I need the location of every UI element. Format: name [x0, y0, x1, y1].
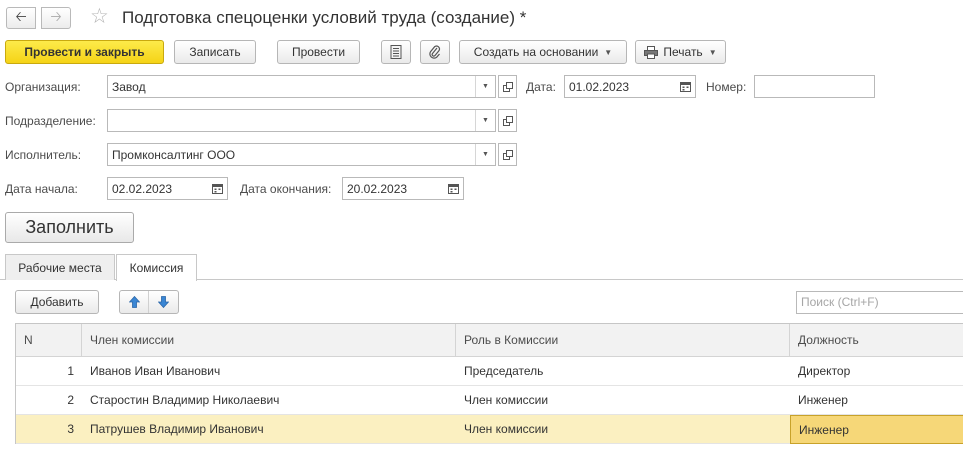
- table-row[interactable]: 1 Иванов Иван Иванович Председатель Дире…: [16, 357, 963, 386]
- start-date-label: Дата начала:: [5, 182, 78, 196]
- table-row[interactable]: 2 Старостин Владимир Николаевич Член ком…: [16, 386, 963, 415]
- dropdown-arrow-icon[interactable]: ▼: [475, 76, 495, 97]
- arrow-down-icon: [158, 296, 169, 308]
- column-header-member[interactable]: Член комиссии: [82, 324, 456, 357]
- row-number: 3: [67, 422, 74, 436]
- post-and-close-button[interactable]: Провести и закрыть: [5, 40, 164, 64]
- number-label: Номер:: [706, 80, 747, 94]
- executor-value: Промконсалтинг ООО: [112, 147, 236, 162]
- start-date-value: 02.02.2023: [112, 181, 173, 196]
- add-button[interactable]: Добавить: [15, 290, 99, 314]
- print-label: Печать: [663, 45, 703, 59]
- table-row-selected[interactable]: 3 Патрушев Владимир Иванович Член комисс…: [16, 415, 963, 444]
- favorite-star-icon[interactable]: ☆: [90, 4, 109, 29]
- move-up-button[interactable]: [120, 291, 149, 313]
- create-based-on-label: Создать на основании: [473, 45, 599, 59]
- number-field[interactable]: [754, 75, 875, 98]
- post-button[interactable]: Провести: [277, 40, 360, 64]
- role-cell[interactable]: Член комиссии: [456, 386, 790, 415]
- arrow-right-icon: 🡢: [50, 8, 62, 24]
- organization-label: Организация:: [5, 80, 81, 94]
- document-list-icon: [390, 45, 402, 59]
- forward-button[interactable]: 🡢: [41, 7, 71, 29]
- end-date-label: Дата окончания:: [240, 182, 332, 196]
- calendar-icon[interactable]: [207, 178, 227, 199]
- open-window-icon: [502, 81, 513, 92]
- role-cell[interactable]: Председатель: [456, 357, 790, 386]
- column-header-position[interactable]: Должность: [790, 324, 963, 357]
- date-value: 01.02.2023: [569, 79, 630, 94]
- date-label: Дата:: [526, 80, 556, 94]
- move-down-button[interactable]: [149, 291, 178, 313]
- page-title: Подготовка спецоценки условий труда (соз…: [122, 8, 527, 27]
- printer-icon: [644, 45, 659, 59]
- chevron-down-icon: ▼: [604, 47, 613, 57]
- arrow-left-icon: 🡠: [15, 8, 27, 24]
- executor-open-button[interactable]: [498, 143, 517, 166]
- column-header-n[interactable]: N: [16, 324, 82, 357]
- row-number: 1: [67, 364, 74, 378]
- report-button[interactable]: [381, 40, 411, 64]
- chevron-down-icon: ▼: [708, 47, 717, 57]
- table-header: N Член комиссии Роль в Комиссии Должност…: [16, 324, 963, 357]
- search-input[interactable]: Поиск (Ctrl+F): [796, 291, 963, 314]
- tab-workplaces[interactable]: Рабочие места: [5, 254, 115, 280]
- end-date-field[interactable]: 20.02.2023: [342, 177, 464, 200]
- arrow-up-icon: [128, 296, 140, 308]
- open-window-icon: [502, 149, 513, 160]
- organization-open-button[interactable]: [498, 75, 517, 98]
- dropdown-arrow-icon[interactable]: ▼: [475, 144, 495, 165]
- fill-button[interactable]: Заполнить: [5, 212, 134, 243]
- open-window-icon: [502, 115, 513, 126]
- department-open-button[interactable]: [498, 109, 517, 132]
- executor-label: Исполнитель:: [5, 148, 82, 162]
- calendar-icon[interactable]: [443, 178, 463, 199]
- position-cell-current[interactable]: Инженер: [790, 415, 963, 444]
- tab-commission[interactable]: Комиссия: [116, 254, 197, 281]
- position-cell[interactable]: Инженер: [790, 386, 963, 415]
- end-date-value: 20.02.2023: [347, 181, 408, 196]
- department-label: Подразделение:: [5, 114, 96, 128]
- calendar-icon[interactable]: [675, 76, 695, 97]
- row-number: 2: [67, 393, 74, 407]
- commission-table: N Член комиссии Роль в Комиссии Должност…: [15, 323, 963, 444]
- print-button[interactable]: Печать ▼: [635, 40, 726, 64]
- executor-field[interactable]: Промконсалтинг ООО ▼: [107, 143, 496, 166]
- organization-value: Завод: [112, 79, 146, 94]
- position-cell[interactable]: Директор: [790, 357, 963, 386]
- role-cell[interactable]: Член комиссии: [456, 415, 790, 444]
- organization-field[interactable]: Завод ▼: [107, 75, 496, 98]
- member-cell[interactable]: Старостин Владимир Николаевич: [82, 386, 456, 415]
- member-cell[interactable]: Иванов Иван Иванович: [82, 357, 456, 386]
- save-button[interactable]: Записать: [174, 40, 256, 64]
- move-buttons: [119, 290, 179, 314]
- column-header-role[interactable]: Роль в Комиссии: [456, 324, 790, 357]
- department-field[interactable]: ▼: [107, 109, 496, 132]
- member-cell[interactable]: Патрушев Владимир Иванович: [82, 415, 456, 444]
- back-button[interactable]: 🡠: [6, 7, 36, 29]
- paperclip-icon: [429, 45, 441, 59]
- dropdown-arrow-icon[interactable]: ▼: [475, 110, 495, 131]
- start-date-field[interactable]: 02.02.2023: [107, 177, 228, 200]
- attachments-button[interactable]: [420, 40, 450, 64]
- create-based-on-button[interactable]: Создать на основании ▼: [459, 40, 627, 64]
- date-field[interactable]: 01.02.2023: [564, 75, 696, 98]
